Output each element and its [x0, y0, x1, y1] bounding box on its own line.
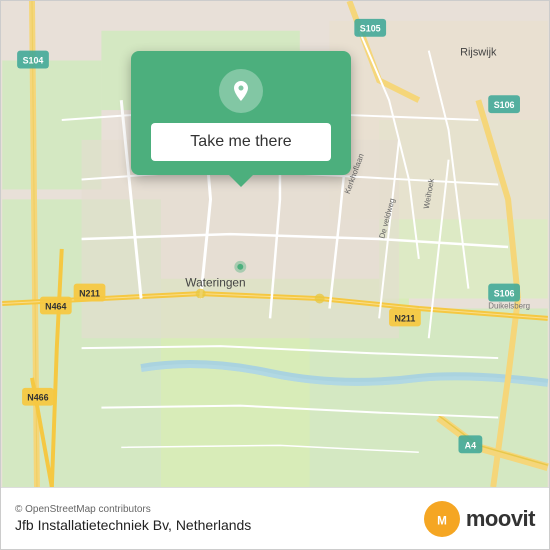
- map-area: S104 S105 S106 S106 N211 N211 N464 N466: [1, 1, 549, 487]
- pin-icon-container: [219, 69, 263, 113]
- svg-text:N466: N466: [27, 393, 48, 403]
- footer: © OpenStreetMap contributors Jfb Install…: [1, 487, 549, 549]
- moovit-text: moovit: [466, 506, 535, 532]
- moovit-logo-container: M moovit: [424, 501, 535, 537]
- location-title: Jfb Installatietechniek Bv, Netherlands: [15, 517, 251, 533]
- take-me-there-button[interactable]: Take me there: [151, 123, 331, 161]
- footer-info: © OpenStreetMap contributors Jfb Install…: [15, 504, 251, 533]
- copyright-text: © OpenStreetMap contributors: [15, 504, 251, 515]
- app-container: S104 S105 S106 S106 N211 N211 N464 N466: [0, 0, 550, 550]
- moovit-icon: M: [424, 501, 460, 537]
- svg-text:N211: N211: [79, 289, 100, 299]
- svg-text:S106: S106: [494, 100, 515, 110]
- svg-text:A4: A4: [465, 440, 476, 450]
- svg-text:M: M: [437, 514, 447, 527]
- svg-text:S104: S104: [23, 55, 44, 65]
- svg-text:Duikelsberg: Duikelsberg: [488, 301, 530, 310]
- svg-text:S105: S105: [360, 24, 381, 34]
- svg-text:N211: N211: [395, 313, 416, 323]
- location-popup: Take me there: [131, 51, 351, 175]
- location-pin-icon: [229, 79, 253, 103]
- svg-text:N464: N464: [45, 301, 66, 311]
- svg-text:Rijswijk: Rijswijk: [460, 47, 497, 59]
- svg-text:Wateringen: Wateringen: [185, 276, 245, 290]
- svg-text:S106: S106: [494, 289, 515, 299]
